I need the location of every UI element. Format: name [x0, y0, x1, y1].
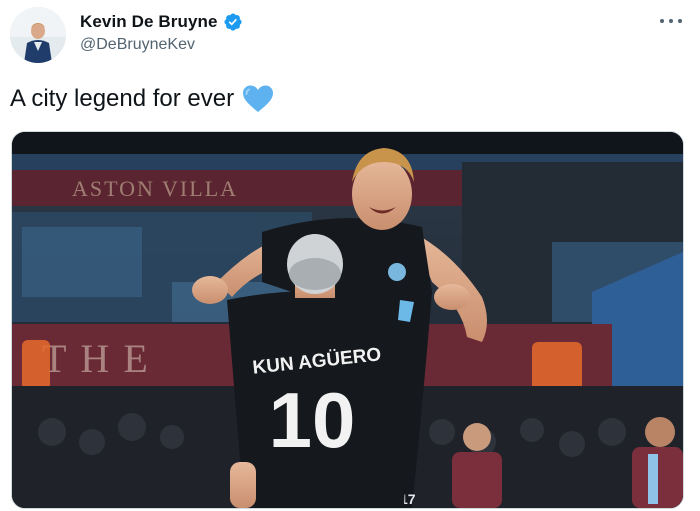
tweet-text: A city legend for ever — [10, 84, 274, 114]
photo-content: ASTON VILLA THE 17 KUN AGÜERO 10 — [12, 132, 683, 508]
signage-upper-text: ASTON VILLA — [72, 176, 238, 201]
more-dot — [669, 19, 673, 23]
author-handle[interactable]: @DeBruyneKev — [80, 36, 195, 54]
shirt-number: 10 — [269, 376, 356, 464]
verified-badge-icon — [223, 12, 243, 32]
tweet: Kevin De Bruyne @DeBruyneKev A city lege… — [0, 0, 700, 511]
more-dot — [678, 19, 682, 23]
more-dot — [660, 19, 664, 23]
more-options-icon[interactable] — [660, 12, 682, 30]
author-name-row: Kevin De Bruyne — [80, 11, 243, 33]
avatar-image — [10, 7, 66, 63]
author-display-name[interactable]: Kevin De Bruyne — [80, 12, 218, 32]
avatar[interactable] — [10, 7, 66, 63]
tweet-photo[interactable]: ASTON VILLA THE 17 KUN AGÜERO 10 — [11, 131, 684, 509]
tweet-text-content: A city legend for ever — [10, 85, 235, 112]
signage-lower-text: THE — [42, 336, 162, 381]
blue-heart-icon — [242, 84, 274, 114]
